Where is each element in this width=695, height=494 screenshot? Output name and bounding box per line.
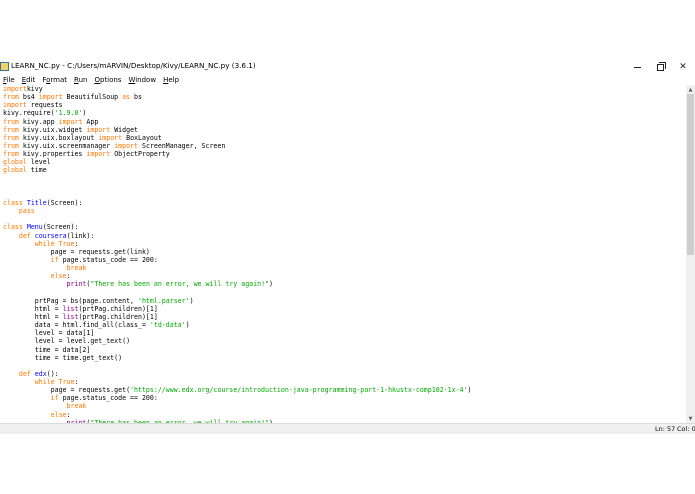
code-line: from kivy.uix.widget import Widget (3, 125, 139, 134)
code-line: html = list(prtPag.children)[1] (3, 304, 158, 313)
code-line: level = data[1] (3, 329, 95, 338)
maximize-icon (656, 61, 666, 71)
code-line: from kivy.properties import ObjectProper… (3, 150, 170, 159)
code-line: break (66, 264, 87, 273)
code-line: from kivy.uix.boxlayout import BoxLayout (3, 133, 162, 142)
minimize-button[interactable] (625, 58, 649, 76)
menu-Window[interactable]: Window (125, 75, 160, 85)
code-line: data = html.find_all(class_= 'td-data') (3, 321, 190, 330)
code-line: if page.status_code == 200: (50, 394, 158, 403)
code-line: kivy.require('1.9.0') (3, 109, 87, 118)
cursor-column: Col: 0 (677, 425, 695, 433)
code-line: def coursera(link): (18, 231, 95, 240)
cursor-line: Ln: 57 (655, 425, 676, 433)
code-line: while True: (34, 239, 79, 248)
maximize-button[interactable] (648, 58, 672, 76)
code-line: from bs4 import BeautifulSoup as bs (3, 93, 142, 102)
code-line: level = level.get_text() (3, 337, 131, 346)
code-line: html = list(prtPag.children)[1] (3, 312, 158, 321)
minimize-icon (633, 66, 641, 68)
code-line: prtPag = bs(page.content, 'html.parser') (3, 296, 194, 305)
code-line: if page.status_code == 200: (50, 255, 158, 264)
close-icon: ✕ (679, 62, 687, 72)
python-file-icon (0, 62, 9, 71)
menu-Options[interactable]: Options (91, 75, 125, 85)
window-title: LEARN_NC.py - C:/Users/mARVIN/Desktop/Ki… (11, 61, 256, 70)
menu-Format[interactable]: Format (39, 75, 71, 85)
menu-Run[interactable]: Run (71, 75, 91, 85)
scroll-thumb[interactable] (687, 94, 694, 255)
code-line: page = requests.get('https://www.edx.org… (3, 386, 472, 395)
code-line: global level (3, 158, 51, 167)
code-line: while True: (34, 378, 79, 387)
code-line: print("There has been an error, we will … (66, 280, 273, 289)
code-editor[interactable]: importkivy from bs4 import BeautifulSoup … (0, 85, 686, 423)
code-line: break (66, 402, 87, 411)
menu-Help[interactable]: Help (160, 75, 183, 85)
code-line: pass (18, 207, 35, 216)
status-bar: Ln: 57 Col: 0 (0, 423, 695, 434)
title-bar[interactable]: LEARN_NC.py - C:/Users/mARVIN/Desktop/Ki… (0, 58, 695, 76)
code-line: class Menu(Screen): (3, 223, 79, 232)
menu-bar: File Edit Format Run Options Window Help (0, 75, 695, 85)
idle-editor-window: LEARN_NC.py - C:/Users/mARVIN/Desktop/Ki… (0, 58, 695, 434)
vertical-scrollbar[interactable]: ▲ ▼ (686, 85, 695, 423)
menu-File[interactable]: File (0, 75, 18, 85)
code-line: time = data[2] (3, 345, 91, 354)
close-button[interactable]: ✕ (671, 58, 695, 76)
scroll-up-arrow-icon[interactable]: ▲ (686, 85, 695, 94)
code-line: global time (3, 166, 47, 175)
code-line: from kivy.app import App (3, 117, 99, 126)
code-line: import requests (3, 101, 63, 110)
menu-Edit[interactable]: Edit (18, 75, 39, 85)
code-line: importkivy (3, 85, 43, 93)
code-line: def edx(): (18, 369, 59, 378)
code-text: importkivy from bs4 import BeautifulSoup … (3, 85, 471, 423)
code-line: time = time.get_text() (3, 353, 123, 362)
scroll-down-arrow-icon[interactable]: ▼ (686, 414, 695, 423)
code-line: page = requests.get(link) (3, 247, 150, 256)
code-line: else: (50, 272, 71, 281)
code-line: from kivy.uix.screenmanager import Scree… (3, 141, 226, 150)
code-line: else: (50, 410, 71, 419)
code-line: class Title(Screen): (3, 198, 83, 207)
